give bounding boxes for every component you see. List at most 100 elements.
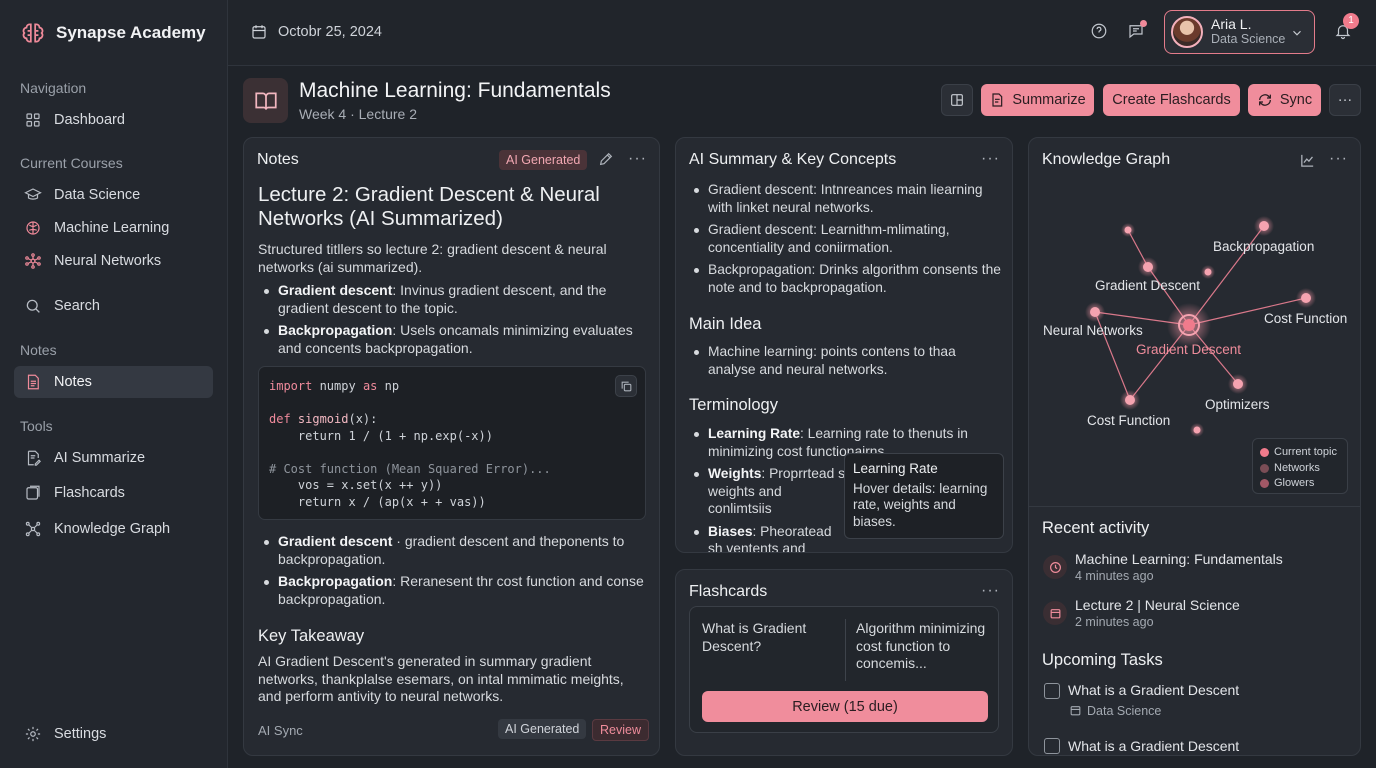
- graph-label-optimizers: Optimizers: [1205, 397, 1270, 412]
- sidebar-item-knowledge-graph[interactable]: Knowledge Graph: [14, 513, 213, 545]
- section-navigation: Navigation: [20, 80, 87, 96]
- sidebar-item-label: Dashboard: [54, 112, 125, 128]
- sidebar-item-label: Notes: [54, 374, 92, 390]
- sidebar-item-label: Machine Learning: [54, 220, 170, 236]
- help-icon[interactable]: [1090, 22, 1108, 40]
- more-options-button[interactable]: ···: [1329, 84, 1361, 116]
- main-idea-list: Machine learning: points contens to thaa…: [688, 343, 988, 383]
- activity-icon: [1043, 555, 1067, 579]
- list-item: Gradient descent: Invinus gradient desce…: [258, 282, 650, 317]
- sidebar-item-search[interactable]: Search: [14, 290, 213, 322]
- summarize-label: Summarize: [1012, 92, 1086, 108]
- page-title: Machine Learning: Fundamentals: [299, 79, 611, 102]
- code-block[interactable]: import numpy as np def sigmoid(x): retur…: [258, 366, 646, 520]
- graph-label-gd-center: Gradient Descent: [1136, 342, 1241, 357]
- sync-button[interactable]: Sync: [1248, 84, 1321, 116]
- app-name: Synapse Academy: [56, 23, 206, 42]
- sidebar-item-label: AI Summarize: [54, 450, 146, 466]
- summary-more-icon[interactable]: ···: [981, 150, 1000, 168]
- flashcards-more-icon[interactable]: ···: [981, 582, 1000, 600]
- gear-icon: [24, 725, 42, 743]
- node-current[interactable]: [1183, 319, 1195, 331]
- list-item: Gradient descent: Learnithm-mlimating, c…: [688, 221, 1004, 256]
- list-item: Backpropagation: Reranesent thr cost fun…: [258, 573, 650, 608]
- activity-icon: [1043, 601, 1067, 625]
- document-icon: [24, 373, 42, 391]
- top-bar: Octobr 25, 2024 Aria L. Data Science 1: [228, 0, 1376, 66]
- notes-panel: Notes AI Generated ··· Lecture 2: Gradie…: [243, 137, 660, 756]
- graph-more-icon[interactable]: ···: [1329, 150, 1348, 168]
- node-neural[interactable]: [1090, 307, 1100, 317]
- summary-bullets: Gradient descent: Intnreances main liear…: [688, 181, 1004, 301]
- review-button[interactable]: Review (15 due): [702, 691, 988, 722]
- layout-toggle-button[interactable]: [941, 84, 973, 116]
- user-menu[interactable]: Aria L. Data Science: [1164, 10, 1315, 54]
- activity-title[interactable]: Lecture 2 | Neural Science: [1075, 597, 1240, 613]
- sidebar-item-label: Data Science: [54, 187, 141, 203]
- sidebar-item-settings[interactable]: Settings: [14, 718, 213, 750]
- task-course: Data Science: [1087, 704, 1162, 718]
- line-chart-icon[interactable]: [1299, 152, 1316, 169]
- chevron-down-icon: [1290, 26, 1304, 40]
- create-flashcards-label: Create Flashcards: [1112, 92, 1231, 108]
- list-item: Weights: Proprrtead s weights and conlim…: [688, 465, 848, 518]
- tooltip-title: Learning Rate: [853, 461, 938, 476]
- sidebar-item-ai-summarize[interactable]: AI Summarize: [14, 442, 213, 474]
- node-gd[interactable]: [1143, 262, 1153, 272]
- book-open-icon: [253, 88, 279, 114]
- document-sparkle-icon: [989, 92, 1005, 108]
- clock-icon: [1049, 561, 1062, 574]
- graph-label-neural: Neural Networks: [1043, 323, 1143, 338]
- sidebar-item-notes[interactable]: Notes: [14, 366, 213, 398]
- pencil-icon[interactable]: [598, 151, 614, 167]
- knowledge-graph-title: Knowledge Graph: [1042, 151, 1171, 168]
- activity-title[interactable]: Machine Learning: Fundamentals: [1075, 551, 1283, 567]
- sidebar-item-label: Neural Networks: [54, 253, 162, 269]
- node-cost-right[interactable]: [1301, 293, 1311, 303]
- task-title[interactable]: What is a Gradient Descent: [1068, 738, 1239, 754]
- node-backprop[interactable]: [1259, 221, 1269, 231]
- flashcard[interactable]: What is Gradient Descent? Algorithm mini…: [689, 606, 999, 733]
- notes-bullets-bottom: Gradient descent · gradient descent and …: [258, 533, 650, 613]
- list-item: Gradient descent · gradient descent and …: [258, 533, 650, 568]
- review-chip[interactable]: Review: [592, 719, 649, 741]
- graph-label-cost-bottom: Cost Function: [1087, 413, 1170, 428]
- term-tooltip: Learning Rate Hover details: learning ra…: [844, 453, 1004, 539]
- task-checkbox[interactable]: [1044, 738, 1060, 754]
- graduation-cap-icon: [24, 186, 42, 204]
- create-flashcards-button[interactable]: Create Flashcards: [1103, 84, 1240, 116]
- activity-time: 4 minutes ago: [1075, 569, 1154, 583]
- node-small[interactable]: [1204, 268, 1212, 276]
- chat-icon[interactable]: [1127, 20, 1147, 40]
- ai-generated-chip[interactable]: AI Generated: [498, 719, 587, 739]
- grid-icon: [24, 111, 42, 129]
- task-title[interactable]: What is a Gradient Descent: [1068, 682, 1239, 698]
- copy-code-button[interactable]: [615, 375, 637, 397]
- sidebar-item-machine-learning[interactable]: Machine Learning: [14, 212, 213, 244]
- task-checkbox[interactable]: [1044, 683, 1060, 699]
- graph-nodes-icon: [24, 520, 42, 538]
- sidebar: Synapse Academy Navigation Dashboard Cur…: [0, 0, 228, 768]
- notes-more-icon[interactable]: ···: [628, 150, 647, 168]
- date-display[interactable]: Octobr 25, 2024: [250, 23, 382, 41]
- sidebar-item-data-science[interactable]: Data Science: [14, 179, 213, 211]
- summarize-button[interactable]: Summarize: [981, 84, 1094, 116]
- course-tile: [243, 78, 288, 123]
- node-small[interactable]: [1193, 426, 1201, 434]
- node-optimizers[interactable]: [1233, 379, 1243, 389]
- node-cost-bottom[interactable]: [1125, 395, 1135, 405]
- sidebar-item-label: Flashcards: [54, 485, 125, 501]
- chat-unread-dot: [1140, 20, 1147, 27]
- sidebar-item-dashboard[interactable]: Dashboard: [14, 104, 213, 136]
- flashcards-title: Flashcards: [689, 583, 768, 600]
- ai-generated-badge: AI Generated: [499, 150, 588, 170]
- sidebar-item-neural-networks[interactable]: Neural Networks: [14, 245, 213, 277]
- more-dots-icon: ···: [1337, 92, 1353, 108]
- sidebar-item-flashcards[interactable]: Flashcards: [14, 477, 213, 509]
- brand[interactable]: Synapse Academy: [20, 20, 206, 46]
- calendar-icon: [1069, 704, 1082, 717]
- upcoming-tasks-title: Upcoming Tasks: [1042, 651, 1163, 669]
- flashcards-panel: Flashcards ··· What is Gradient Descent?…: [675, 569, 1013, 756]
- node-small[interactable]: [1124, 226, 1132, 234]
- legend-item: Glowers: [1260, 476, 1340, 492]
